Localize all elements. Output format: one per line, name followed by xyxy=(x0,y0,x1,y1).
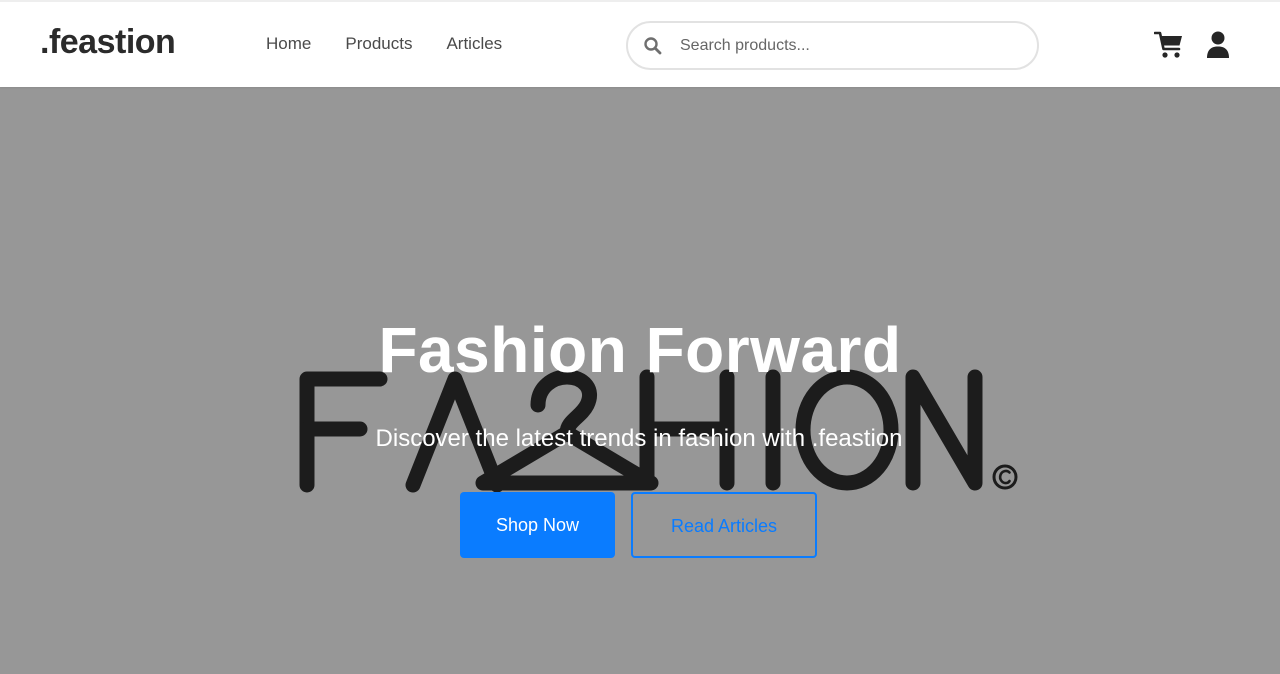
search-input[interactable] xyxy=(678,33,1023,59)
read-articles-button[interactable]: Read Articles xyxy=(631,492,817,558)
cart-icon[interactable] xyxy=(1154,31,1184,59)
nav-link-articles[interactable]: Articles xyxy=(446,34,502,54)
search-icon[interactable] xyxy=(643,36,663,56)
site-header: .feastion Home Products Articles xyxy=(0,0,1280,87)
hero-title: Fashion Forward xyxy=(378,314,902,386)
nav-link-home[interactable]: Home xyxy=(266,34,311,54)
main-nav: Home Products Articles xyxy=(266,34,536,54)
search-bar xyxy=(626,21,1039,70)
nav-link-products[interactable]: Products xyxy=(345,34,412,54)
shop-now-button[interactable]: Shop Now xyxy=(460,492,615,558)
site-logo[interactable]: .feastion xyxy=(40,23,176,62)
hero-banner: Fashion Forward Discover the latest tren… xyxy=(0,87,1280,674)
user-icon[interactable] xyxy=(1206,31,1230,59)
hero-subtitle: Discover the latest trends in fashion wi… xyxy=(375,425,903,452)
